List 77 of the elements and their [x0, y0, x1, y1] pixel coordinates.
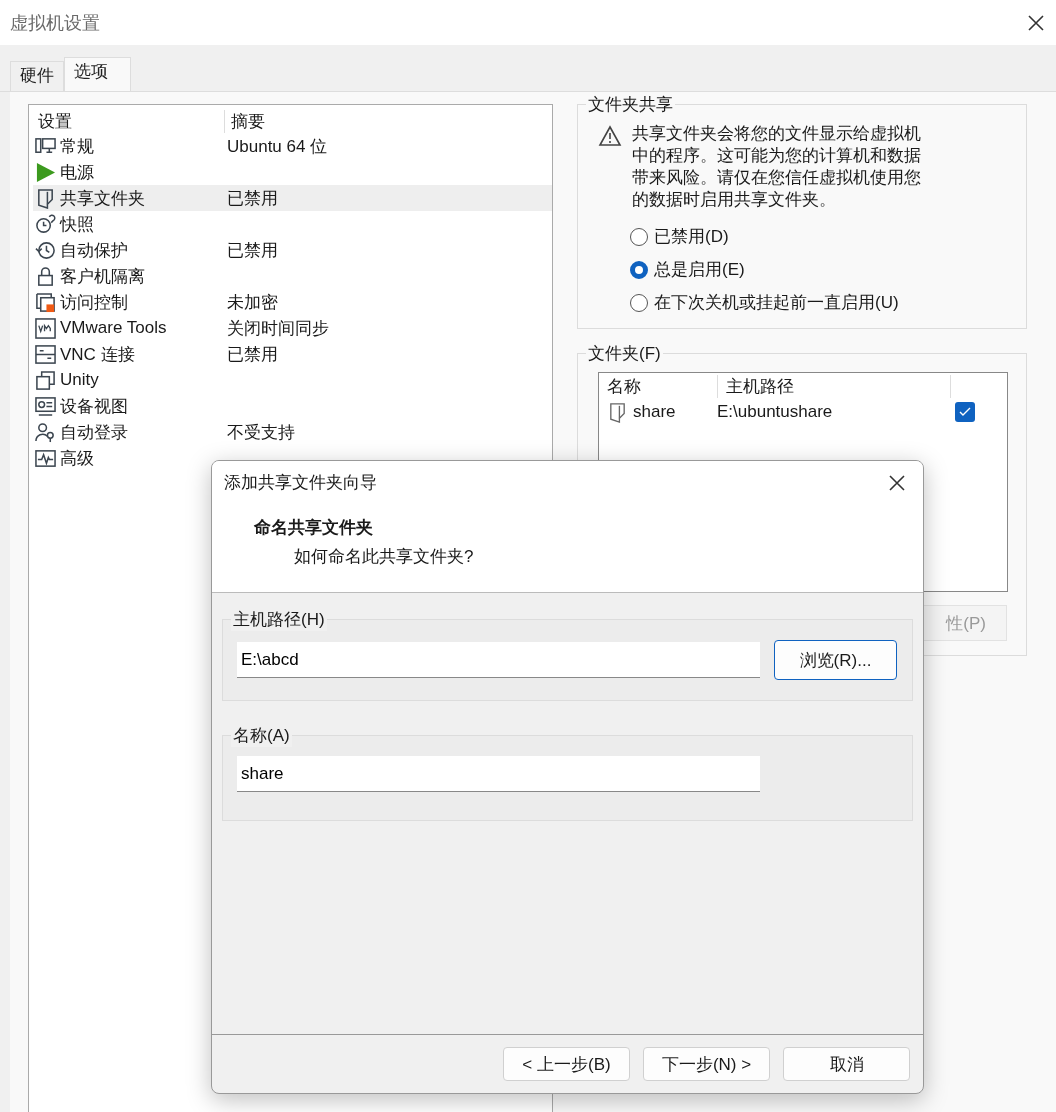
setting-name: Unity: [60, 370, 99, 390]
column-header[interactable]: 主机路径: [718, 374, 951, 398]
radio-option[interactable]: 已禁用(D): [630, 225, 1014, 248]
host-path-field[interactable]: E:\abcd: [237, 642, 760, 678]
dialog-button[interactable]: 取消: [783, 1047, 910, 1081]
settings-row[interactable]: 常规 Ubuntu 64 位: [33, 133, 552, 159]
windows-icon: [35, 369, 56, 391]
vm-icon: [35, 317, 56, 339]
device-view-icon: [35, 395, 56, 417]
settings-row[interactable]: Unity: [33, 367, 552, 393]
tab[interactable]: 选项: [64, 57, 131, 91]
settings-row[interactable]: 访问控制 未加密: [33, 289, 552, 315]
setting-name: 设备视图: [60, 395, 128, 418]
setting-name: 快照: [60, 213, 94, 236]
folder-path: E:\ubuntushare: [717, 402, 834, 422]
setting-summary: 不受支持: [227, 421, 295, 444]
column-header[interactable]: 摘要: [231, 109, 265, 133]
group-title: 主机路径(H): [231, 608, 327, 631]
setting-name: 自动登录: [60, 421, 128, 444]
group-title: 文件夹(F): [586, 342, 663, 365]
settings-row[interactable]: VMware Tools 关闭时间同步: [33, 315, 552, 341]
folder-door-icon: [35, 187, 56, 209]
radio-option[interactable]: 总是启用(E): [630, 258, 1014, 281]
column-header[interactable]: 设置: [35, 109, 225, 133]
setting-summary: 已禁用: [227, 239, 278, 262]
radio-option[interactable]: 在下次关机或挂起前一直启用(U): [630, 291, 1014, 314]
window-title: 虚拟机设置: [10, 11, 100, 35]
settings-row[interactable]: 自动登录 不受支持: [33, 419, 552, 445]
dialog-button[interactable]: < 上一步(B): [503, 1047, 630, 1081]
user-key-icon: [35, 421, 56, 443]
checkbox[interactable]: [955, 402, 975, 422]
warning-text: 共享文件夹会将您的文件显示给虚拟机中的程序。这可能为您的计算机和数据带来风险。请仅在您信任虚拟机使用您的数据时启用共享文件夹。: [632, 123, 922, 211]
group-title: 文件夹共享: [586, 93, 675, 116]
clock-icon: [35, 239, 56, 261]
step-heading: 命名共享文件夹: [254, 517, 374, 539]
setting-summary: 关闭时间同步: [227, 317, 329, 340]
lock-icon: [35, 265, 56, 287]
settings-row[interactable]: 共享文件夹 已禁用: [33, 185, 552, 211]
setting-summary: 已禁用: [227, 187, 278, 210]
setting-name: 高级: [60, 447, 94, 470]
setting-summary: Ubuntu 64 位: [227, 135, 328, 158]
setting-name: 自动保护: [60, 239, 128, 262]
settings-row[interactable]: 自动保护 已禁用: [33, 237, 552, 263]
setting-name: 共享文件夹: [60, 187, 145, 210]
browse-button[interactable]: 浏览(R)...: [774, 640, 897, 680]
group-title: 名称(A): [231, 724, 292, 747]
folder-row[interactable]: share E:\ubuntushare: [599, 399, 1007, 425]
step-description: 如何命名此共享文件夹?: [294, 546, 475, 568]
warning-icon: [598, 125, 622, 147]
dialog-button[interactable]: 下一步(N) >: [643, 1047, 770, 1081]
pulse-icon: [35, 447, 56, 469]
setting-name: 常规: [60, 135, 94, 158]
settings-row[interactable]: 设备视图: [33, 393, 552, 419]
setting-name: 电源: [60, 161, 94, 184]
setting-name: 客户机隔离: [60, 265, 145, 288]
close-icon[interactable]: [887, 472, 907, 493]
lock-window-icon: [35, 291, 56, 313]
setting-summary: 未加密: [227, 291, 278, 314]
folder-name: share: [633, 402, 676, 422]
snapshot-icon: [35, 213, 56, 235]
column-header[interactable]: 名称: [599, 374, 718, 398]
setting-name: VNC 连接: [60, 343, 135, 366]
network-icon: [35, 343, 56, 365]
folder-door-icon: [607, 401, 628, 423]
settings-row[interactable]: 电源: [33, 159, 552, 185]
setting-name: VMware Tools: [60, 318, 167, 338]
setting-name: 访问控制: [60, 291, 128, 314]
settings-row[interactable]: 快照: [33, 211, 552, 237]
settings-row[interactable]: 高级: [33, 445, 552, 471]
settings-row[interactable]: 客户机隔离: [33, 263, 552, 289]
name-field[interactable]: share: [237, 756, 760, 792]
tab[interactable]: 硬件: [10, 61, 64, 91]
play-icon: [35, 161, 56, 183]
setting-summary: 已禁用: [227, 343, 278, 366]
close-icon[interactable]: [1026, 12, 1046, 33]
settings-row[interactable]: VNC 连接 已禁用: [33, 341, 552, 367]
dialog-title: 添加共享文件夹向导: [224, 472, 377, 494]
